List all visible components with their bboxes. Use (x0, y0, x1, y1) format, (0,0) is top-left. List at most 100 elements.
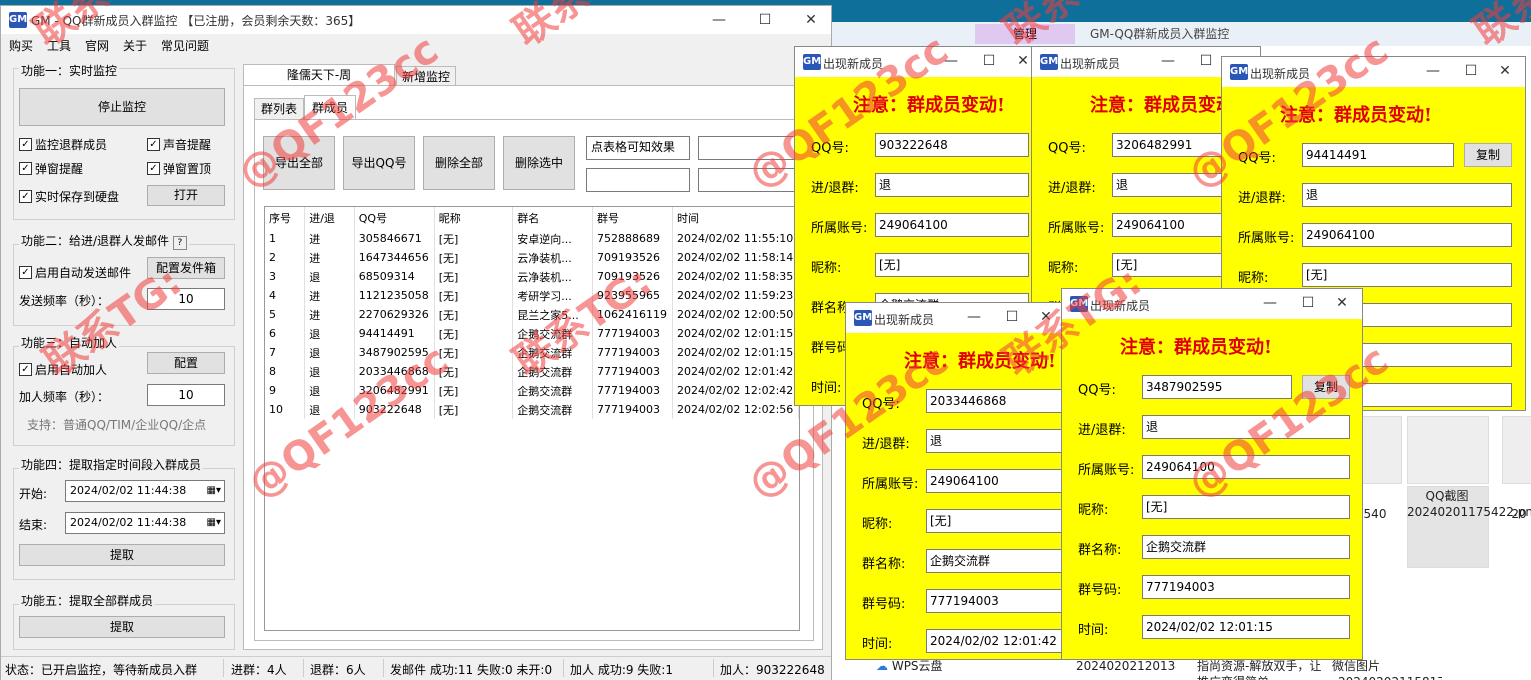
menu-item-tools[interactable]: 工具 (47, 37, 71, 54)
menu-item-faq[interactable]: 常见问题 (161, 37, 209, 54)
delete-all-button[interactable]: 删除全部 (423, 136, 495, 190)
save-disk-checkbox[interactable]: ✓ 实时保存到硬盘 (19, 188, 119, 205)
minimize-icon[interactable]: — (937, 51, 965, 71)
col-header-nick[interactable]: 昵称 (434, 207, 514, 229)
minimize-icon[interactable]: — (1419, 61, 1447, 81)
copy-button[interactable]: 复制 (1464, 143, 1512, 167)
add-freq-input[interactable]: 10 (147, 384, 225, 406)
table-row[interactable]: 3 退 68509314 [无] 云净装机... 709193526 2024/02/02 … (265, 267, 799, 286)
maximize-icon[interactable]: ☐ (1457, 61, 1485, 81)
table-row[interactable]: 6 退 94414491 [无] 企鹅交流群 777194003 2024/02/02 12… (265, 324, 799, 343)
table-row[interactable]: 2 进 1647344656 [无] 云净装机... 709193526 2024/02/0… (265, 248, 799, 267)
popup-field-account[interactable]: 249064100 (875, 213, 1029, 237)
copy-button[interactable]: 复制 (1302, 375, 1350, 399)
popup-field-groupno[interactable]: 777194003 (926, 589, 1066, 613)
maximize-icon[interactable]: ☐ (751, 10, 779, 30)
col-header-qq[interactable]: QQ号 (354, 207, 435, 229)
popup-field-nick[interactable]: [无] (875, 253, 1029, 277)
calendar-dropdown-icon[interactable]: ▦▾ (207, 513, 221, 533)
sound-alert-checkbox[interactable]: ✓ 声音提醒 (147, 136, 211, 153)
popup-field-qq[interactable]: 2033446868 (926, 389, 1066, 413)
table-cell: 2024/02/02 11:58:35 (672, 267, 799, 286)
file-thumbnail[interactable] (1360, 416, 1402, 484)
extra-input-3[interactable] (698, 168, 808, 192)
tab-group-members[interactable]: 群成员 (304, 95, 356, 120)
file-thumbnail[interactable] (1407, 416, 1489, 484)
help-icon[interactable]: ? (172, 236, 187, 250)
popup-field-account[interactable]: 249064100 (1302, 223, 1512, 247)
maximize-icon[interactable]: ☐ (998, 307, 1026, 327)
auto-mail-checkbox[interactable]: ✓ 启用自动发送邮件 (19, 264, 131, 281)
menu-item-website[interactable]: 官网 (85, 37, 109, 54)
maximize-icon[interactable]: ☐ (1192, 51, 1220, 71)
export-all-button[interactable]: 导出全部 (263, 136, 335, 190)
col-header-group-no[interactable]: 群号 (592, 207, 673, 229)
maximize-icon[interactable]: ☐ (975, 51, 1003, 71)
extra-input-2[interactable] (586, 168, 690, 192)
table-row[interactable]: 7 退 3487902595 [无] 企鹅交流群 777194003 2024/02/02 … (265, 343, 799, 362)
close-icon[interactable]: ✕ (1491, 61, 1519, 81)
extract-period-button[interactable]: 提取 (19, 544, 225, 566)
popup-field-time[interactable]: 2024/02/02 12:01:42 (926, 629, 1066, 653)
popup-field-inout[interactable]: 退 (1142, 415, 1350, 439)
col-header-group-name[interactable]: 群名 (512, 207, 594, 229)
table-row[interactable]: 5 进 2270629326 [无] 昆兰之家5... 1062416119 2024/02… (265, 305, 799, 324)
tab-group-account[interactable]: 隆儒天下-周R(249064100) (243, 64, 395, 102)
table-row[interactable]: 9 退 3206482991 [无] 企鹅交流群 777194003 2024/02/02 … (265, 381, 799, 400)
popup-alert-checkbox[interactable]: ✓ 弹窗提醒 (19, 160, 83, 177)
close-icon[interactable]: ✕ (1328, 293, 1356, 313)
monitor-leave-checkbox[interactable]: ✓ 监控退群成员 (19, 136, 107, 153)
minimize-icon[interactable]: — (1154, 51, 1182, 71)
open-button[interactable]: 打开 (147, 185, 225, 206)
auto-add-checkbox[interactable]: ✓ 启用自动加人 (19, 361, 107, 378)
file-thumbnail[interactable] (1502, 416, 1531, 484)
export-qq-button[interactable]: 导出QQ号 (343, 136, 415, 190)
stop-monitor-button[interactable]: 停止监控 (19, 88, 225, 126)
end-datetime-picker[interactable]: 2024/02/02 11:44:38 ▦▾ (65, 512, 225, 534)
config-mailbox-button[interactable]: 配置发件箱 (147, 257, 225, 279)
popup-field-nick[interactable]: [无] (926, 509, 1066, 533)
wps-cloud-item[interactable]: ☁ WPS云盘 (876, 658, 943, 674)
extract-all-button[interactable]: 提取 (19, 616, 225, 638)
popup-field-nick[interactable]: [无] (1142, 495, 1350, 519)
popup-field-qq[interactable]: 94414491 (1302, 143, 1454, 167)
col-header-index[interactable]: 序号 (265, 207, 306, 229)
minimize-icon[interactable]: — (1256, 293, 1284, 313)
popup-field-time[interactable]: 2024/02/02 12:01:15 (1142, 615, 1350, 639)
calendar-dropdown-icon[interactable]: ▦▾ (207, 481, 221, 501)
table-row[interactable]: 10 退 903222648 [无] 企鹅交流群 777194003 2024/02/02 … (265, 400, 799, 419)
hint-input[interactable]: 点表格可知效果 (586, 136, 690, 160)
tab-group-list[interactable]: 群列表 (254, 98, 304, 120)
popup-field-inout[interactable]: 退 (1302, 183, 1512, 207)
col-header-time[interactable]: 时间 (672, 207, 799, 229)
popup-field-group[interactable]: 企鹅交流群 (926, 549, 1066, 573)
popup-field-account[interactable]: 249064100 (1142, 455, 1350, 479)
popup-field-group[interactable]: 企鹅交流群 (1142, 535, 1350, 559)
popup-field-qq[interactable]: 3487902595 (1142, 375, 1292, 399)
popup-field-inout[interactable]: 退 (875, 173, 1029, 197)
close-icon[interactable]: ✕ (1032, 307, 1060, 327)
popup-top-checkbox[interactable]: ✓ 弹窗置顶 (147, 160, 211, 177)
minimize-icon[interactable]: — (705, 10, 733, 30)
popup-field-qq[interactable]: 903222648 (875, 133, 1029, 157)
extra-input-1[interactable] (698, 136, 808, 160)
popup-field-account[interactable]: 249064100 (926, 469, 1066, 493)
explorer-manage-tab[interactable]: 管理 (975, 24, 1075, 44)
menu-item-buy[interactable]: 购买 (9, 37, 33, 54)
config-add-button[interactable]: 配置 (147, 352, 225, 374)
col-header-inout[interactable]: 进/退 (304, 207, 355, 229)
table-row[interactable]: 1 进 305846671 [无] 安卓逆向... 752888689 2024/02/02… (265, 229, 799, 248)
table-row[interactable]: 8 退 2033446868 [无] 企鹅交流群 777194003 2024/02/02 … (265, 362, 799, 381)
popup-field-nick[interactable]: [无] (1302, 263, 1512, 287)
popup-field-inout[interactable]: 退 (926, 429, 1066, 453)
menu-item-about[interactable]: 关于 (123, 37, 147, 54)
delete-selected-button[interactable]: 删除选中 (503, 136, 575, 190)
tab-add-monitor[interactable]: 新增监控 (396, 66, 456, 86)
send-freq-input[interactable]: 10 (147, 288, 225, 310)
minimize-icon[interactable]: — (960, 307, 988, 327)
table-row[interactable]: 4 进 1121235058 [无] 考研学习... 923955965 2024/02/0… (265, 286, 799, 305)
start-datetime-picker[interactable]: 2024/02/02 11:44:38 ▦▾ (65, 480, 225, 502)
maximize-icon[interactable]: ☐ (1294, 293, 1322, 313)
close-icon[interactable]: ✕ (797, 10, 825, 30)
popup-field-groupno[interactable]: 777194003 (1142, 575, 1350, 599)
